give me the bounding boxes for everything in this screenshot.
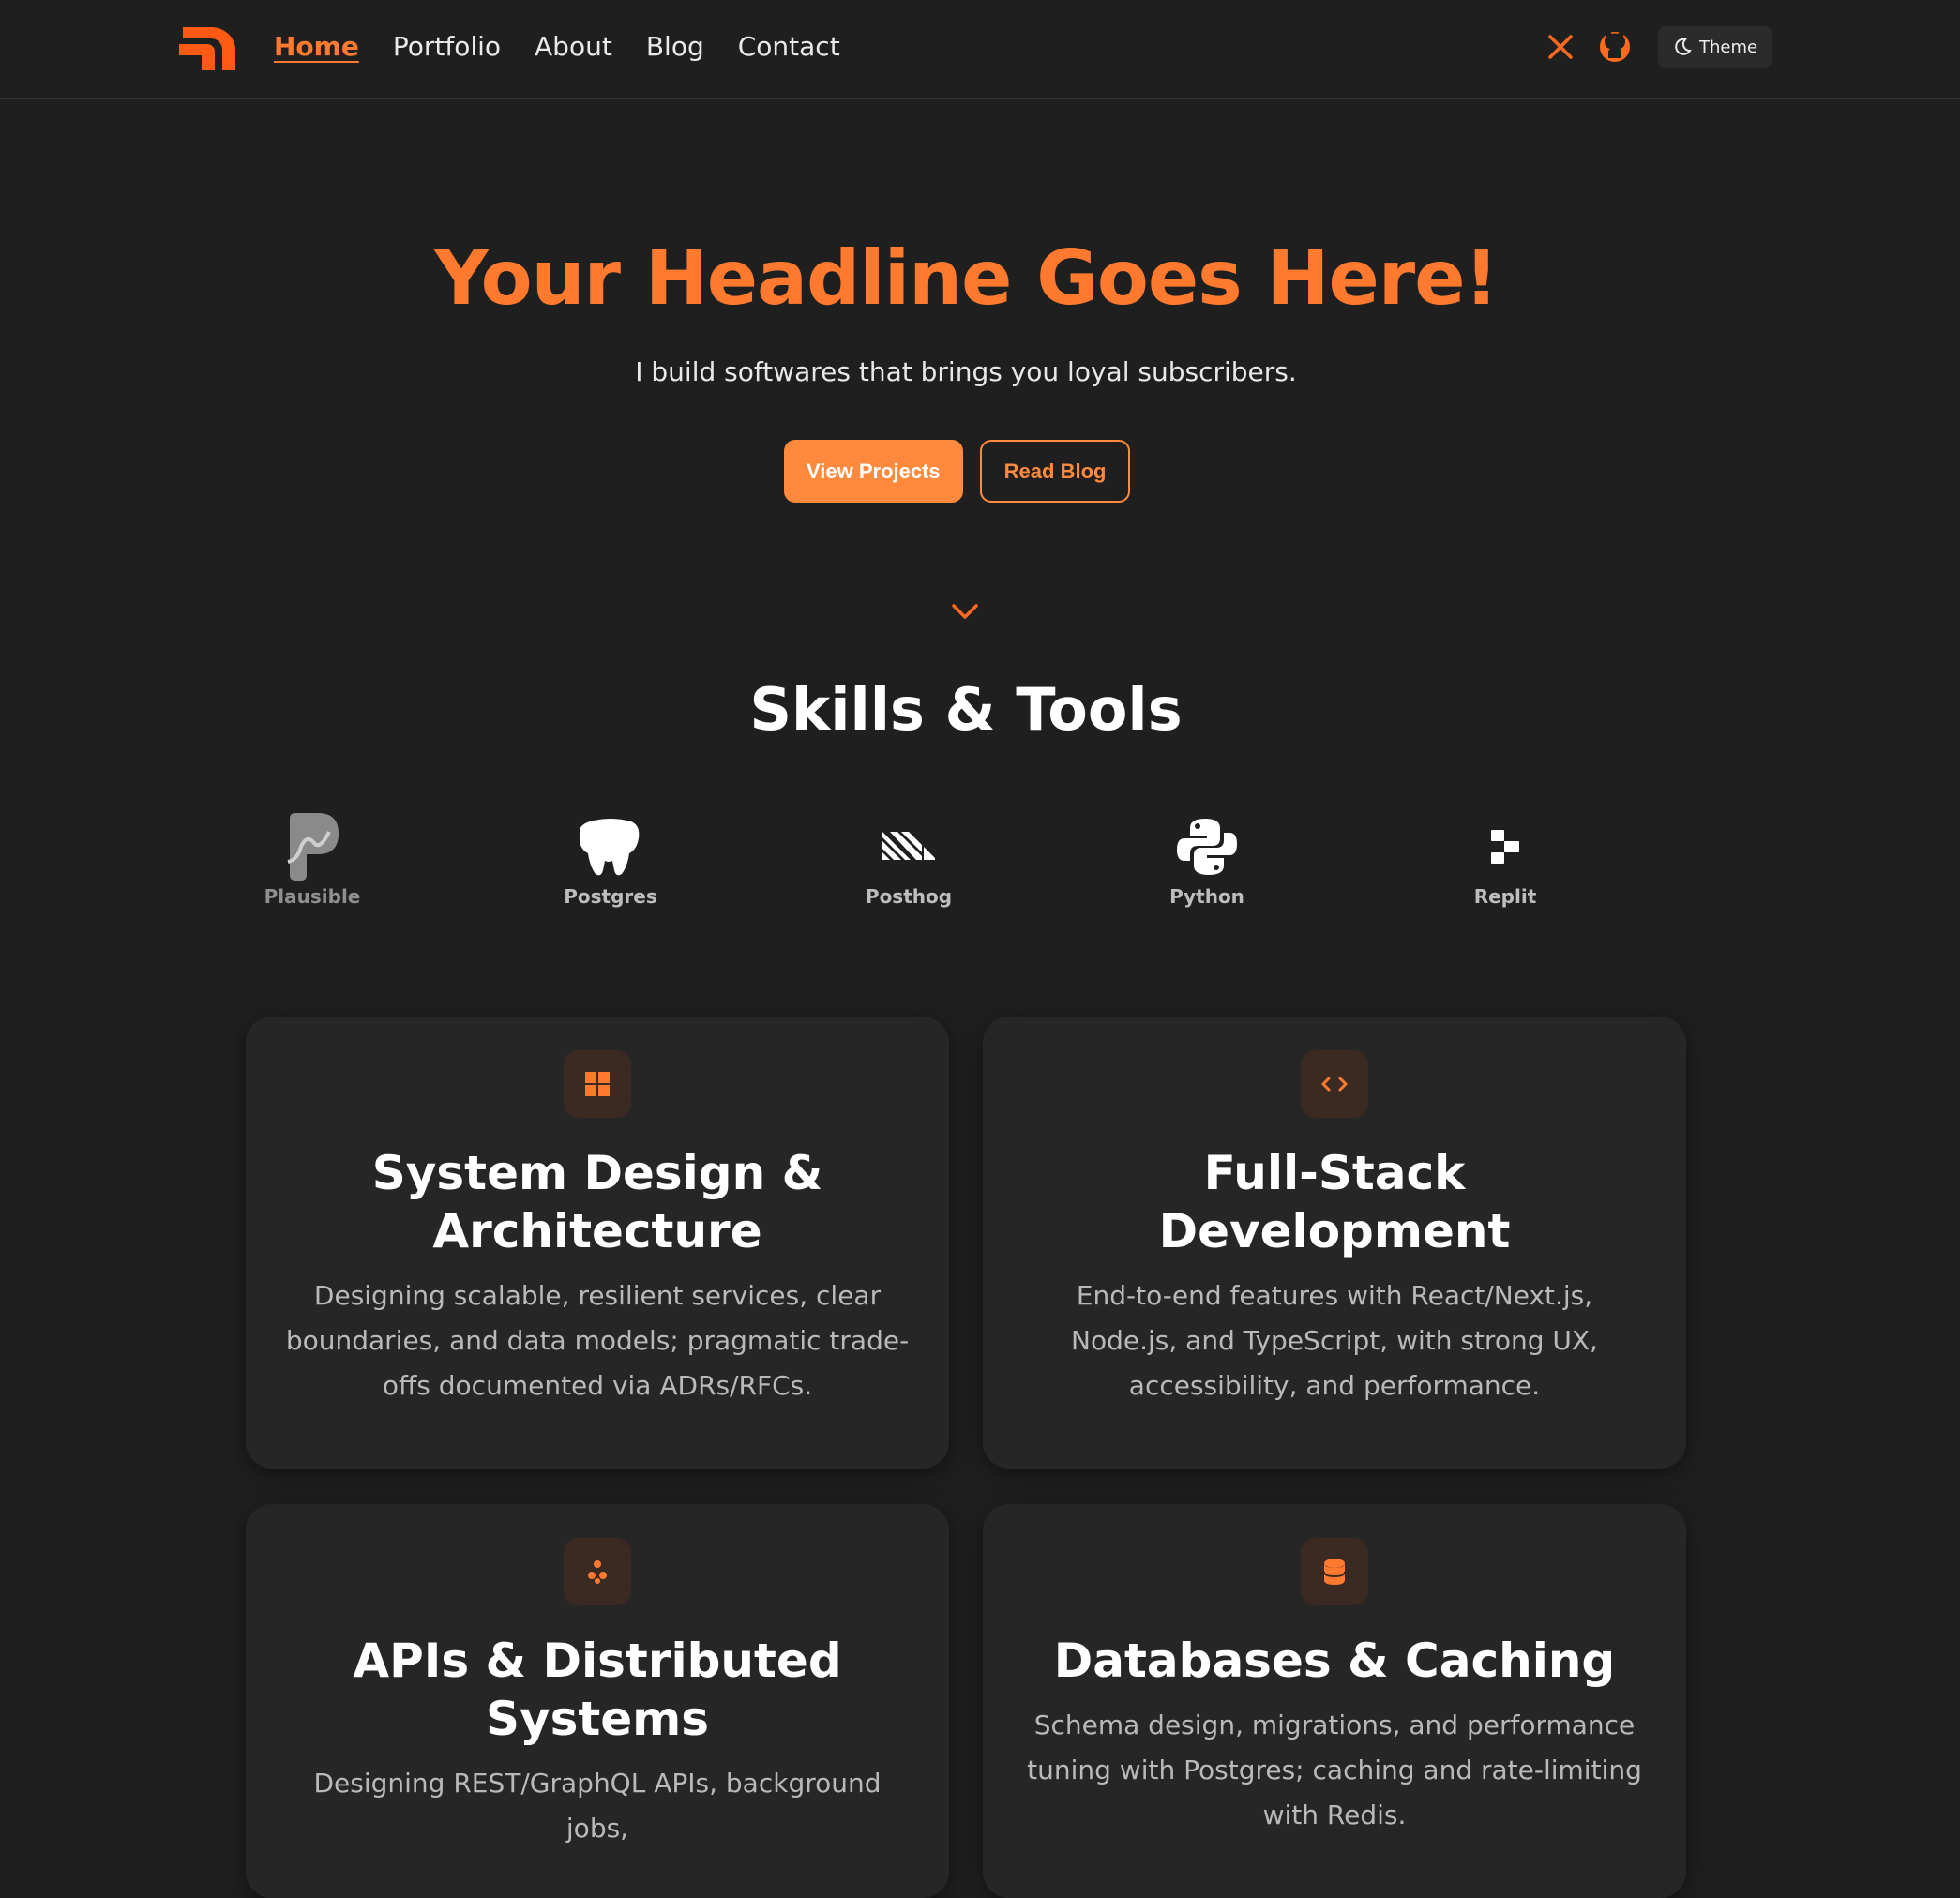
grid-icon [564, 1050, 631, 1118]
x-twitter-icon[interactable] [1542, 28, 1579, 66]
card-description: Designing scalable, resilient services, … [285, 1280, 910, 1401]
database-icon [1301, 1538, 1368, 1605]
tool-label: Python [1169, 885, 1244, 908]
posthog-icon [882, 832, 935, 860]
tool-label: Posthog [865, 885, 953, 908]
theme-label: Theme [1699, 37, 1758, 57]
nav-about[interactable]: About [535, 28, 612, 66]
service-card: Full-Stack Development End-to-end featur… [983, 1017, 1686, 1469]
chevron-down-icon[interactable] [950, 600, 980, 623]
github-icon[interactable] [1596, 28, 1634, 66]
tool-label: Plausible [264, 885, 361, 908]
code-icon [1301, 1050, 1368, 1118]
hero-actions: View Projects Read Blog [784, 440, 1131, 503]
service-card: Databases & Caching Schema design, migra… [983, 1504, 1686, 1898]
skills-title: Skills & Tools [749, 675, 1183, 744]
nav-home[interactable]: Home [274, 28, 359, 66]
service-card: APIs & Distributed Systems Designing RES… [246, 1504, 949, 1898]
postgres-icon [580, 819, 640, 876]
read-blog-button[interactable]: Read Blog [979, 440, 1131, 503]
service-card: System Design & Architecture Designing s… [246, 1017, 949, 1469]
tool-label: Postgres [564, 885, 657, 908]
tool-posthog: Posthog [810, 814, 1007, 908]
tools-row: Plausible Postgres Posthog Python Replit [214, 813, 1714, 917]
tool-label: Replit [1473, 885, 1537, 908]
header-actions: Theme [1542, 26, 1773, 68]
tool-replit: Replit [1407, 814, 1604, 908]
replit-icon [1491, 830, 1519, 864]
view-projects-button[interactable]: View Projects [784, 440, 963, 503]
network-icon [564, 1538, 631, 1605]
nav-blog[interactable]: Blog [646, 28, 704, 66]
nav-contact[interactable]: Contact [738, 28, 840, 66]
card-title: APIs & Distributed Systems [353, 1634, 842, 1746]
plausible-icon [287, 813, 339, 881]
card-description: Designing REST/GraphQL APIs, background … [313, 1768, 882, 1844]
hero-subtitle: I build softwares that brings you loyal … [635, 356, 1297, 387]
main-nav: Home Portfolio About Blog Contact [274, 28, 840, 66]
card-title: Databases & Caching [1053, 1634, 1616, 1688]
card-title: System Design & Architecture [371, 1146, 823, 1258]
brand-logo[interactable] [177, 20, 241, 72]
tool-plausible: Plausible [214, 813, 411, 908]
moon-icon [1675, 38, 1692, 55]
site-header: Home Portfolio About Blog Contact Theme [0, 0, 1960, 99]
theme-toggle-button[interactable]: Theme [1658, 26, 1773, 68]
hero-title: Your Headline Goes Here! [434, 234, 1499, 322]
card-description: Schema design, migrations, and performan… [1027, 1710, 1642, 1830]
python-icon [1177, 819, 1237, 875]
card-description: End-to-end features with React/Next.js, … [1071, 1280, 1598, 1401]
nav-portfolio[interactable]: Portfolio [393, 28, 501, 66]
tool-postgres: Postgres [512, 814, 709, 908]
card-title: Full-Stack Development [1158, 1146, 1511, 1258]
tool-python: Python [1108, 814, 1305, 908]
